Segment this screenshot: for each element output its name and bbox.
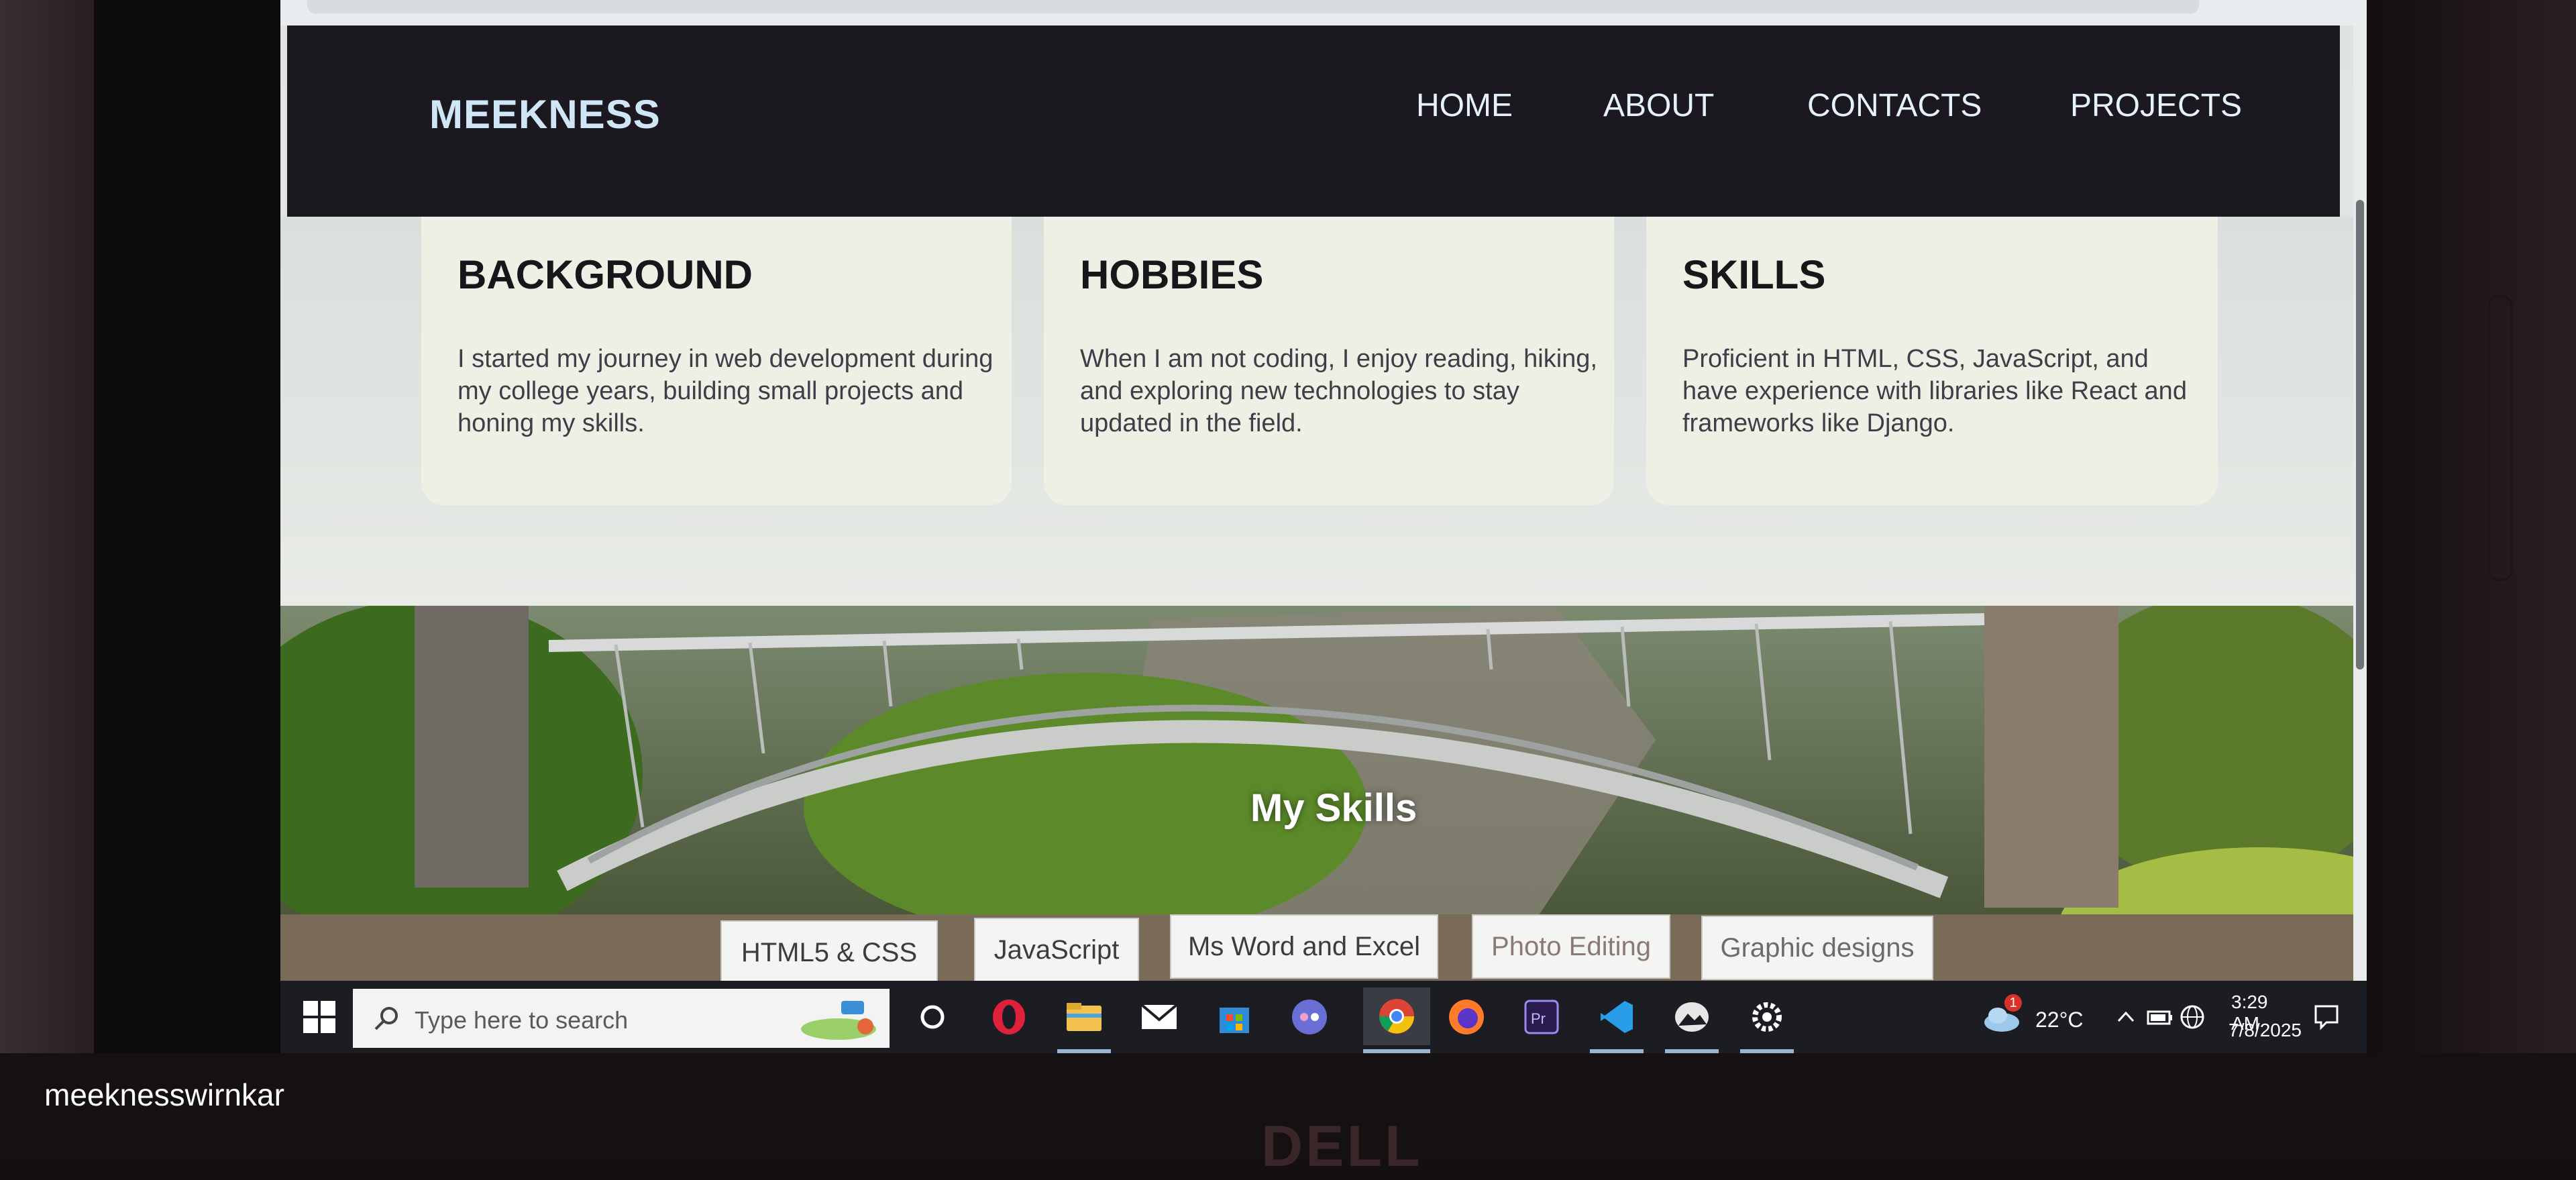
web-page: MEEKNESS HOME ABOUT CONTACTS PROJECTS BA… [280, 25, 2353, 981]
card-title: SKILLS [1682, 252, 1826, 297]
skill-graphic-designs[interactable]: Graphic designs [1701, 916, 1933, 980]
search-placeholder: Type here to search [415, 1006, 629, 1034]
chrome-icon[interactable] [1363, 987, 1430, 1045]
battery-icon[interactable] [2147, 1008, 2174, 1028]
opera-icon[interactable] [987, 996, 1030, 1038]
nav-home[interactable]: HOME [1416, 87, 1513, 124]
site-logo[interactable]: MEEKNESS [429, 91, 661, 138]
skills-section: My Skills HTML5 & CSS JavaScript Ms Word… [280, 606, 2353, 981]
weather-badge: 1 [2004, 994, 2022, 1012]
windows-start-icon[interactable] [301, 998, 338, 1036]
card-title: HOBBIES [1080, 252, 1264, 297]
card-skills: SKILLS Proficient in HTML, CSS, JavaScri… [1646, 217, 2218, 505]
windows-taskbar: Type here to search Pr 1 22°C 3:29 AM 7/… [280, 981, 2367, 1053]
taskbar-search-box[interactable]: Type here to search [353, 989, 890, 1048]
weather-temperature: 22°C [2035, 1008, 2084, 1032]
notification-center-icon[interactable] [2313, 1004, 2340, 1030]
laptop-bezel-inner-left [94, 0, 282, 1159]
svg-text:Pr: Pr [1531, 1010, 1546, 1027]
photo-watermark: meeknesswirnkar [44, 1077, 284, 1112]
nav-contacts[interactable]: CONTACTS [1807, 87, 1982, 124]
card-text: Proficient in HTML, CSS, JavaScript, and… [1682, 345, 2187, 437]
clock-date: 7/8/2025 [2229, 1020, 2302, 1040]
cortana-icon[interactable] [911, 996, 954, 1038]
explorer-active-indicator [1057, 1049, 1111, 1053]
laptop-screen: MEEKNESS HOME ABOUT CONTACTS PROJECTS BA… [280, 0, 2367, 1053]
card-title: BACKGROUND [458, 252, 753, 297]
address-bar[interactable] [307, 0, 2199, 13]
premiere-icon[interactable]: Pr [1520, 996, 1563, 1038]
mail-icon[interactable] [1138, 996, 1181, 1038]
photos-icon[interactable] [1670, 996, 1713, 1038]
card-hobbies: HOBBIES When I am not coding, I enjoy re… [1044, 217, 1614, 505]
file-explorer-icon[interactable] [1063, 996, 1106, 1038]
weather-widget[interactable]: 1 22°C [1982, 994, 2102, 1041]
search-highlight-icon [801, 1001, 876, 1040]
chrome-active-indicator [1363, 1049, 1430, 1053]
store-icon[interactable] [1213, 996, 1256, 1038]
show-hidden-icons-chevron[interactable] [2116, 1008, 2136, 1028]
browser-chrome [280, 0, 2367, 25]
vscode-icon[interactable] [1595, 996, 1638, 1038]
site-header: MEEKNESS HOME ABOUT CONTACTS PROJECTS [287, 25, 2340, 217]
card-text: I started my journey in web development … [458, 345, 994, 437]
skills-title: My Skills [1250, 786, 1417, 830]
about-cards-section: BACKGROUND I started my journey in web d… [280, 217, 2353, 606]
nav-about[interactable]: ABOUT [1603, 87, 1714, 124]
skill-photo-editing[interactable]: Photo Editing [1472, 914, 1670, 979]
dell-logo: DELL [1261, 1114, 1423, 1179]
skill-javascript[interactable]: JavaScript [974, 918, 1139, 981]
laptop-side-slot [2488, 295, 2512, 581]
skill-word-excel[interactable]: Ms Word and Excel [1170, 914, 1438, 979]
settings-active-indicator [1740, 1049, 1794, 1053]
network-globe-icon[interactable] [2179, 1004, 2206, 1030]
page-scrollbar[interactable] [2353, 25, 2367, 981]
skill-html-css[interactable]: HTML5 & CSS [720, 920, 938, 981]
card-background: BACKGROUND I started my journey in web d… [421, 217, 1012, 505]
photos-active-indicator [1665, 1049, 1719, 1053]
clock[interactable]: 3:29 AM 7/8/2025 [2219, 986, 2302, 1047]
vscode-active-indicator [1590, 1049, 1644, 1053]
nav-projects[interactable]: PROJECTS [2070, 87, 2242, 124]
settings-icon[interactable] [1746, 996, 1788, 1038]
firefox-icon[interactable] [1445, 996, 1488, 1038]
scrollbar-thumb[interactable] [2356, 200, 2364, 669]
card-text: When I am not coding, I enjoy reading, h… [1080, 345, 1598, 437]
discord-icon[interactable] [1288, 996, 1331, 1038]
search-icon [374, 1007, 398, 1030]
